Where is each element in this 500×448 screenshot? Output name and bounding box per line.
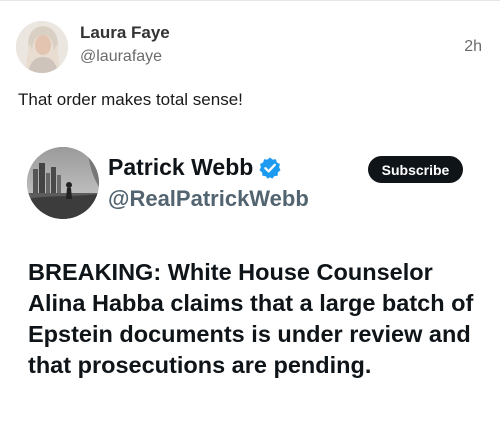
embedded-author-name: Patrick Webb bbox=[108, 154, 254, 180]
top-divider bbox=[0, 0, 500, 1]
subscribe-button: Subscribe bbox=[368, 156, 463, 183]
avatar[interactable] bbox=[16, 21, 68, 73]
embedded-name-row: Patrick Webb bbox=[108, 154, 282, 181]
post-screenshot: Laura Faye @laurafaye 2h That order make… bbox=[0, 0, 500, 448]
reply-header: Laura Faye @laurafaye 2h bbox=[16, 14, 484, 74]
reply-text: That order makes total sense! bbox=[18, 90, 243, 109]
embedded-avatar bbox=[27, 147, 99, 219]
embedded-author-handle: @RealPatrickWebb bbox=[108, 186, 309, 211]
verified-badge-icon bbox=[258, 156, 282, 180]
embedded-post-image[interactable]: Patrick Webb @RealPatrickWebb Subscribe … bbox=[0, 132, 500, 448]
post-timestamp[interactable]: 2h bbox=[464, 38, 482, 56]
author-handle[interactable]: @laurafaye bbox=[80, 48, 162, 66]
author-name[interactable]: Laura Faye bbox=[80, 23, 170, 43]
embedded-post-text: BREAKING: White House Counselor Alina Ha… bbox=[28, 259, 474, 378]
